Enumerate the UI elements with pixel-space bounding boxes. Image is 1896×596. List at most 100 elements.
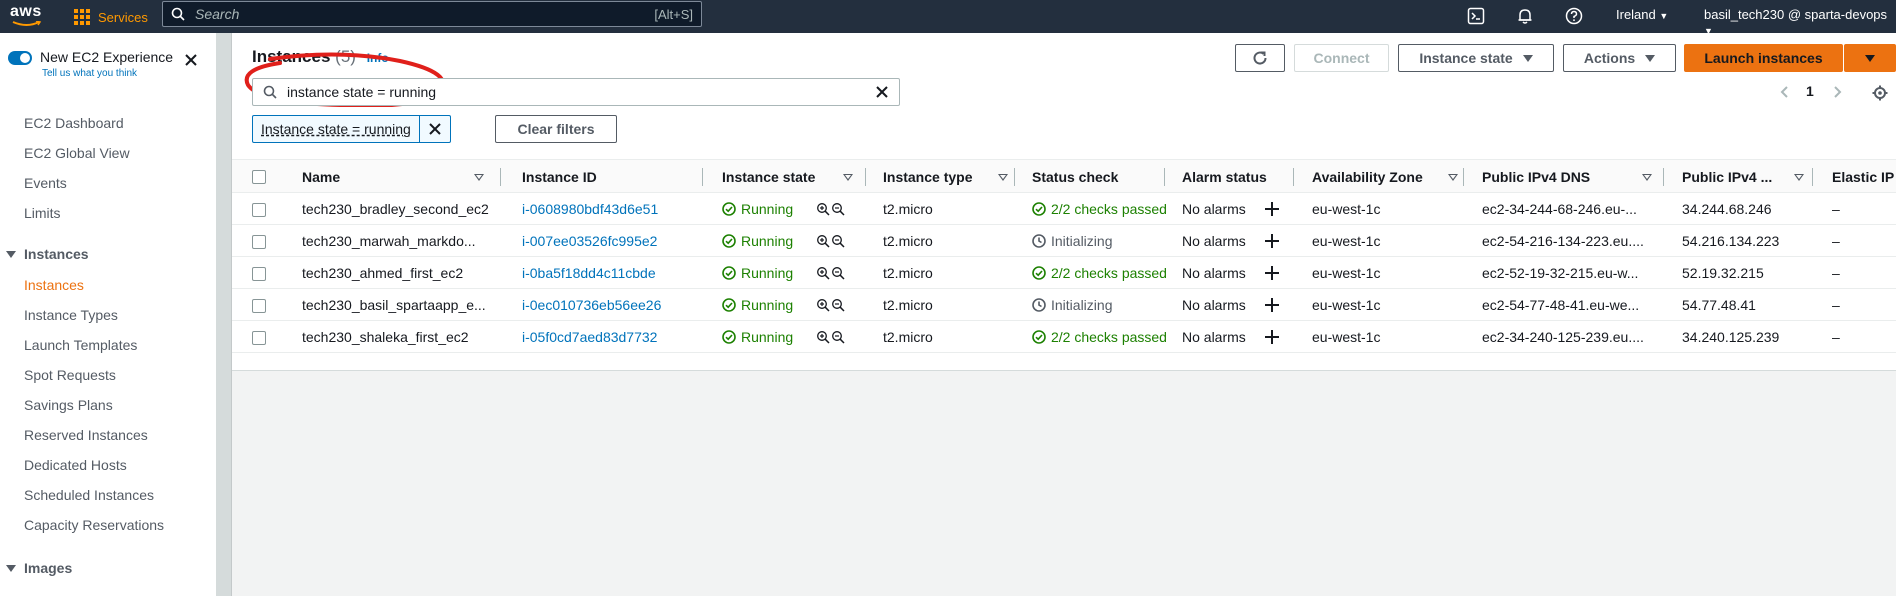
column-divider[interactable] [1164, 168, 1165, 186]
new-experience-toggle[interactable] [8, 51, 32, 65]
cloudshell-icon[interactable] [1465, 5, 1487, 27]
instance-id-link[interactable]: i-0ec010736eb56ee26 [522, 289, 692, 321]
add-alarm-icon[interactable] [1264, 329, 1280, 345]
zoom-in-icon[interactable] [816, 266, 830, 280]
help-icon[interactable] [1563, 5, 1585, 27]
add-alarm-icon[interactable] [1264, 297, 1280, 313]
add-alarm-icon[interactable] [1264, 233, 1280, 249]
clear-filters-button[interactable]: Clear filters [495, 115, 617, 143]
sidebar-item-instances[interactable]: Instances [24, 277, 84, 293]
column-divider[interactable] [1663, 168, 1664, 186]
refresh-button[interactable] [1235, 44, 1285, 72]
column-header-instance-type[interactable]: Instance type [883, 160, 1008, 194]
remove-filter-button[interactable] [420, 116, 450, 142]
sidebar-item-spot-requests[interactable]: Spot Requests [24, 367, 116, 383]
services-menu[interactable]: Services [74, 5, 148, 29]
sidebar-item-capacity-reservations[interactable]: Capacity Reservations [24, 517, 164, 533]
sidebar-section-images[interactable]: Images [6, 560, 72, 576]
chevron-right-icon[interactable] [1830, 85, 1844, 99]
column-header-instance-id[interactable]: Instance ID [522, 160, 662, 194]
feedback-link[interactable]: Tell us what you think [42, 68, 137, 79]
column-divider[interactable] [1812, 168, 1813, 186]
table-row[interactable]: tech230_basil_spartaapp_e... i-0ec010736e… [232, 289, 1896, 321]
zoom-in-icon[interactable] [816, 234, 830, 248]
filter-token-label[interactable]: Instance state = running [253, 116, 420, 142]
instance-state-button[interactable]: Instance state [1398, 44, 1554, 72]
row-checkbox[interactable] [252, 267, 266, 281]
close-icon[interactable] [183, 52, 199, 68]
caret-down-icon [1645, 54, 1656, 62]
chevron-left-icon[interactable] [1778, 85, 1792, 99]
alarm-status-cell: No alarms [1182, 225, 1292, 257]
sidebar-item-dedicated-hosts[interactable]: Dedicated Hosts [24, 457, 127, 473]
gear-icon[interactable] [1872, 85, 1888, 101]
sidebar-item-limits[interactable]: Limits [24, 205, 61, 221]
column-divider[interactable] [500, 168, 501, 186]
column-divider[interactable] [702, 168, 703, 186]
row-checkbox[interactable] [252, 203, 266, 217]
zoom-out-icon[interactable] [831, 330, 845, 344]
row-checkbox[interactable] [252, 235, 266, 249]
launch-instances-dropdown[interactable] [1844, 44, 1896, 72]
select-all-checkbox[interactable] [252, 170, 266, 184]
table-row[interactable]: tech230_marwah_markdo... i-007ee03526fc99… [232, 225, 1896, 257]
instance-id-link[interactable]: i-0ba5f18dd4c11cbde [522, 257, 692, 289]
sidebar-item-reserved-instances[interactable]: Reserved Instances [24, 427, 148, 443]
state-zoom-controls [816, 330, 845, 344]
column-divider[interactable] [1014, 168, 1015, 186]
zoom-in-icon[interactable] [816, 202, 830, 216]
clear-input-icon[interactable] [875, 85, 889, 99]
state-zoom-controls [816, 266, 845, 280]
zoom-out-icon[interactable] [831, 234, 845, 248]
sidebar-item-events[interactable]: Events [24, 175, 67, 191]
column-divider[interactable] [1463, 168, 1464, 186]
launch-instances-button[interactable]: Launch instances [1684, 44, 1843, 72]
region-label: Ireland [1616, 7, 1656, 22]
instance-id-link[interactable]: i-0608980bdf43d6e51 [522, 193, 692, 225]
clock-icon [1032, 298, 1046, 312]
column-header-public-dns[interactable]: Public IPv4 DNS [1482, 160, 1652, 194]
table-row[interactable]: tech230_ahmed_first_ec2 i-0ba5f18dd4c11cb… [232, 257, 1896, 289]
region-selector[interactable]: Ireland ▼ [1616, 7, 1668, 22]
row-checkbox[interactable] [252, 331, 266, 345]
column-header-public-ipv4[interactable]: Public IPv4 ... [1682, 160, 1804, 194]
column-divider[interactable] [1293, 168, 1294, 186]
global-search-input[interactable]: Search [Alt+S] [162, 1, 702, 27]
row-checkbox[interactable] [252, 299, 266, 313]
instance-id-link[interactable]: i-007ee03526fc995e2 [522, 225, 692, 257]
table-row[interactable]: tech230_shaleka_first_ec2 i-05f0cd7aed83d… [232, 321, 1896, 353]
column-header-name[interactable]: Name [302, 160, 484, 194]
page-number[interactable]: 1 [1806, 83, 1814, 99]
column-divider[interactable] [865, 168, 866, 186]
sidebar-item-instance-types[interactable]: Instance Types [24, 307, 118, 323]
add-alarm-icon[interactable] [1264, 265, 1280, 281]
zoom-in-icon[interactable] [816, 330, 830, 344]
zoom-in-icon[interactable] [816, 298, 830, 312]
column-header-elastic-ip[interactable]: Elastic IP [1832, 160, 1896, 194]
table-row[interactable]: tech230_bradley_second_ec2 i-0608980bdf43… [232, 193, 1896, 225]
bell-icon[interactable] [1514, 5, 1536, 27]
zoom-out-icon[interactable] [831, 202, 845, 216]
instance-id-link[interactable]: i-05f0cd7aed83d7732 [522, 321, 692, 353]
sidebar-item-savings-plans[interactable]: Savings Plans [24, 397, 113, 413]
zoom-out-icon[interactable] [831, 298, 845, 312]
sidebar-item-ec2-global-view[interactable]: EC2 Global View [24, 145, 130, 161]
column-header-instance-state[interactable]: Instance state [722, 160, 853, 194]
column-header-status-check[interactable]: Status check [1032, 160, 1162, 194]
column-header-availability-zone[interactable]: Availability Zone [1312, 160, 1462, 194]
column-header-alarm-status[interactable]: Alarm status [1182, 160, 1292, 194]
sidebar-section-instances[interactable]: Instances [6, 246, 89, 262]
instance-filter-input[interactable]: instance state = running [252, 78, 900, 106]
check-circle-icon [722, 266, 736, 280]
zoom-out-icon[interactable] [831, 266, 845, 280]
instance-state-label: Running [741, 329, 794, 345]
sidebar-scrollbar[interactable] [217, 33, 232, 596]
add-alarm-icon[interactable] [1264, 201, 1280, 217]
actions-button[interactable]: Actions [1563, 44, 1676, 72]
sidebar-item-ec2-dashboard[interactable]: EC2 Dashboard [24, 115, 124, 131]
connect-button[interactable]: Connect [1294, 44, 1389, 72]
caret-down-icon [6, 250, 16, 258]
aws-logo[interactable]: aws [10, 3, 44, 29]
sidebar-item-scheduled-instances[interactable]: Scheduled Instances [24, 487, 154, 503]
sidebar-item-launch-templates[interactable]: Launch Templates [24, 337, 137, 353]
